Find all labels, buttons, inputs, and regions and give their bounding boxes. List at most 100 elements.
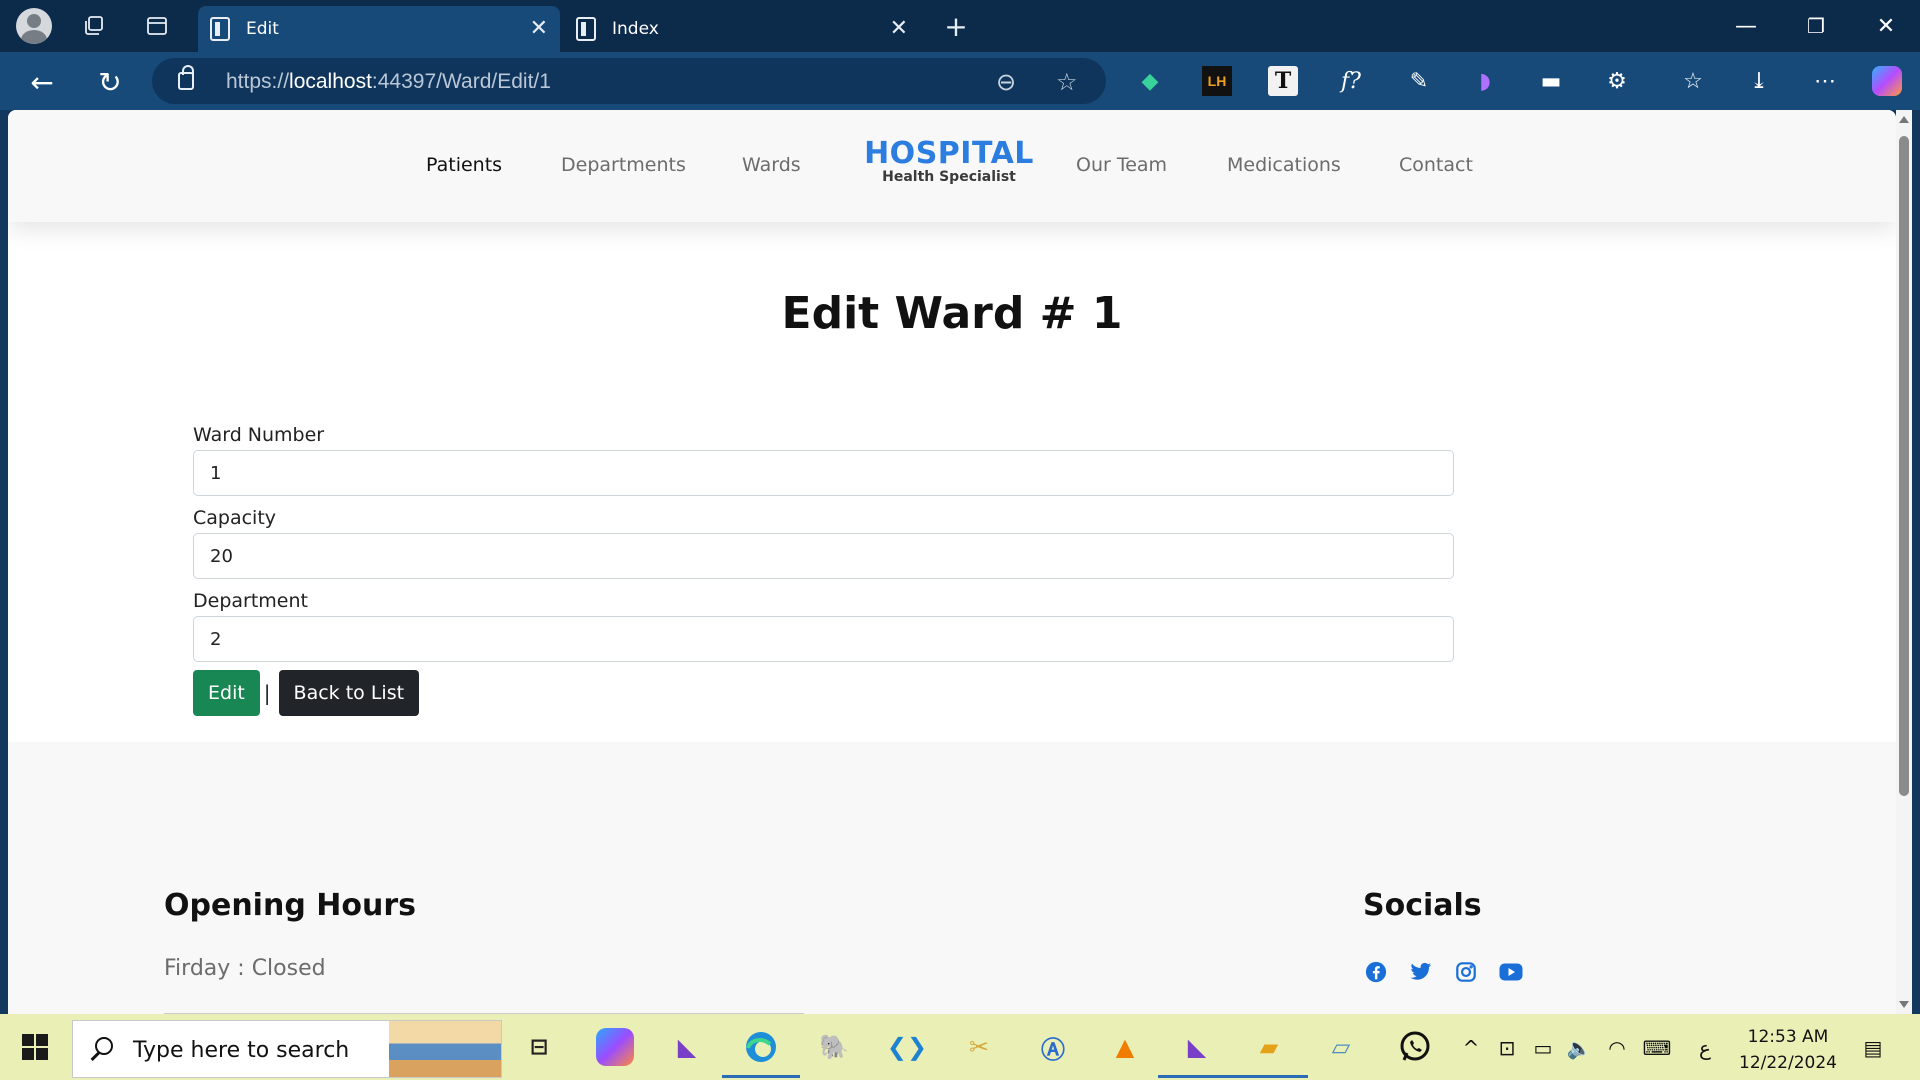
clock-time: 12:53 AM [1747,1027,1829,1047]
extension-fx-icon[interactable]: f? [1336,66,1366,96]
app-installer-icon[interactable]: Ⓐ [1034,1028,1072,1066]
workspaces-icon[interactable] [78,10,110,42]
restore-icon[interactable]: ❐ [1796,8,1836,44]
back-arrow-icon[interactable]: ← [24,64,60,100]
vertical-tabs-icon[interactable] [141,10,173,42]
edit-ward-form: Ward Number Capacity Department Edit | B… [193,424,1454,716]
socials-title: Socials [1363,888,1482,923]
clock-date: 12/22/2024 [1739,1053,1837,1073]
brand-subtitle: Health Specialist [882,169,1016,185]
wifi-icon[interactable]: ◠ [1604,1034,1630,1062]
battery-icon[interactable]: ▭ [1530,1034,1556,1062]
task-view-icon[interactable]: ⊟ [520,1028,558,1066]
edge-app-icon[interactable] [722,1028,800,1078]
close-tab-icon[interactable]: ✕ [890,16,908,41]
vlc-icon[interactable]: ▲ [1106,1028,1144,1066]
close-tab-icon[interactable]: ✕ [530,16,548,41]
windows-start-icon[interactable] [22,1034,48,1060]
facebook-icon[interactable] [1364,960,1388,984]
tab-edit[interactable]: Edit ✕ [198,6,560,52]
form-actions: Edit | Back to List [193,670,1454,716]
notepad-icon[interactable]: ▱ [1322,1028,1360,1066]
site-header: Patients Departments Wards HOSPITAL Heal… [8,110,1896,222]
profile-avatar-icon[interactable] [16,8,52,44]
browser-tab-bar: Edit ✕ Index ✕ + — ❐ ✕ [0,0,1920,52]
copilot-icon[interactable] [1872,66,1902,96]
favorites-icon[interactable]: ☆ [1678,66,1708,96]
show-hidden-icons-icon[interactable]: ^ [1460,1034,1482,1062]
scroll-down-icon[interactable] [1899,1001,1909,1008]
page-favicon-icon [210,17,230,41]
nav-link-departments[interactable]: Departments [561,154,686,176]
whatsapp-icon[interactable] [1396,1028,1434,1066]
ward-number-input[interactable] [193,450,1454,496]
visual-studio-preview-icon[interactable]: ◣ [1158,1028,1236,1078]
page-scrollbar[interactable] [1896,110,1912,1014]
file-explorer-icon[interactable]: ▰ [1230,1028,1308,1078]
notifications-icon[interactable]: ▤ [1858,1034,1888,1062]
instagram-icon[interactable] [1454,960,1478,984]
snipping-tool-icon[interactable]: ✂ [960,1028,998,1066]
site-footer: Opening Hours Firday : Closed Socials [8,742,1896,1014]
copilot-app-icon[interactable] [596,1028,634,1066]
postgresql-icon[interactable]: 🐘 [815,1028,853,1066]
close-window-icon[interactable]: ✕ [1866,8,1906,44]
brand-title: HOSPITAL [864,136,1034,171]
nav-link-patients[interactable]: Patients [426,154,502,176]
nav-link-our-team[interactable]: Our Team [1076,154,1167,176]
page-viewport: Patients Departments Wards HOSPITAL Heal… [8,110,1896,1014]
scroll-up-icon[interactable] [1899,116,1909,123]
opening-hours-item: Firday : Closed [164,956,326,981]
action-separator: | [263,681,271,705]
edit-button[interactable]: Edit [193,670,260,716]
scrollbar-thumb[interactable] [1899,136,1909,796]
nav-link-contact[interactable]: Contact [1399,154,1473,176]
department-label: Department [193,590,308,612]
page-favicon-icon [576,17,596,41]
vscode-icon[interactable]: ❮❯ [887,1028,927,1066]
tray-app-icon[interactable]: ⊡ [1494,1034,1520,1062]
opening-hours-title: Opening Hours [164,888,416,923]
url-text[interactable]: https://localhost:44397/Ward/Edit/1 [226,70,551,94]
taskbar-clock[interactable]: 12:53 AM 12/22/2024 [1728,1024,1848,1076]
favorite-star-icon[interactable]: ☆ [1056,68,1078,96]
extension-cast-icon[interactable]: ▬ [1536,66,1566,96]
extensions-puzzle-icon[interactable]: ⚙ [1602,66,1632,96]
brand-logo[interactable]: HOSPITAL Health Specialist [864,136,1034,185]
nav-link-wards[interactable]: Wards [742,154,801,176]
visual-studio-icon[interactable]: ◣ [668,1028,706,1066]
extension-icon[interactable]: ◆ [1135,66,1165,96]
department-input[interactable] [193,616,1454,662]
search-icon [95,1037,113,1055]
tab-title: Edit [246,19,279,39]
tab-title: Index [612,19,659,39]
download-icon[interactable]: ⤓ [1744,66,1774,96]
youtube-icon[interactable] [1499,960,1523,984]
twitter-icon[interactable] [1409,960,1433,984]
extension-lh-icon[interactable]: LH [1202,66,1232,96]
nav-link-medications[interactable]: Medications [1227,154,1341,176]
capacity-label: Capacity [193,507,277,529]
lock-icon[interactable] [178,65,194,90]
keyboard-icon[interactable]: ⌨ [1640,1034,1674,1062]
address-toolbar: ← ↻ https://localhost:44397/Ward/Edit/1 … [0,52,1920,110]
extension-purple-icon[interactable]: ◗ [1470,66,1500,96]
page-title: Edit Ward # 1 [781,288,1123,339]
address-bar[interactable]: https://localhost:44397/Ward/Edit/1 ⊖ ☆ [152,58,1106,104]
capacity-input[interactable] [193,533,1454,579]
input-language[interactable]: ع [1694,1034,1716,1062]
refresh-icon[interactable]: ↻ [92,64,128,100]
minimize-icon[interactable]: — [1726,8,1766,44]
search-placeholder: Type here to search [133,1038,350,1063]
tab-index[interactable]: Index ✕ [564,6,920,52]
back-to-list-button[interactable]: Back to List [278,670,420,716]
more-options-icon[interactable]: ⋯ [1810,66,1840,96]
volume-icon[interactable]: 🔈 [1566,1034,1592,1062]
extension-t-icon[interactable]: T [1268,66,1298,96]
taskbar-search[interactable]: Type here to search [72,1020,502,1078]
ward-number-label: Ward Number [193,424,325,446]
search-highlight-image [389,1021,501,1077]
zoom-out-icon[interactable]: ⊖ [996,68,1016,96]
new-tab-icon[interactable]: + [940,10,972,43]
color-picker-icon[interactable]: ✎ [1404,66,1434,96]
